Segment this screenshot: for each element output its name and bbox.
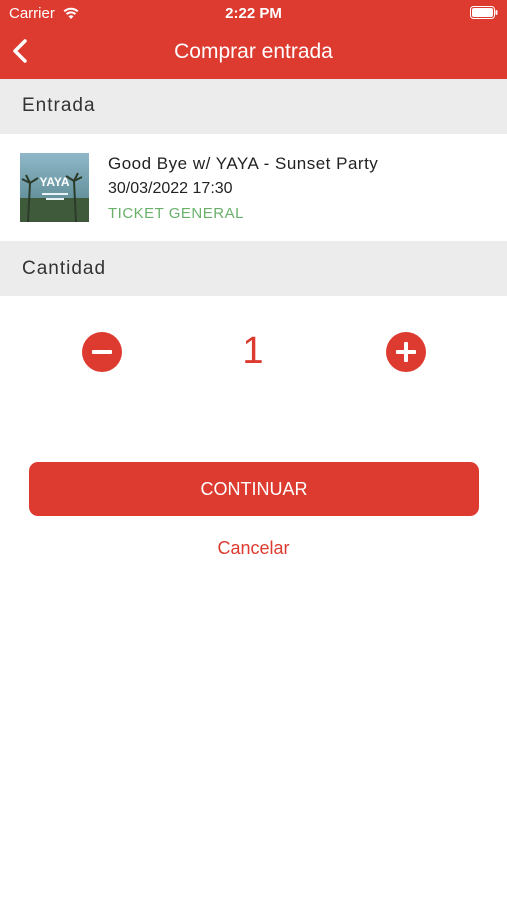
thumbnail-logo-text: YAYA <box>39 175 69 189</box>
status-bar: Carrier 2:22 PM <box>0 0 507 26</box>
ticket-type: TICKET GENERAL <box>108 205 244 222</box>
section-label-cantidad: Cantidad <box>22 258 107 279</box>
battery-icon <box>470 6 498 19</box>
event-datetime: 30/03/2022 17:30 <box>108 180 233 197</box>
plus-icon <box>396 342 416 362</box>
status-time: 2:22 PM <box>225 5 282 22</box>
quantity-value: 1 <box>242 330 264 372</box>
page-title: Comprar entrada <box>174 40 333 63</box>
continue-button[interactable]: CONTINUAR <box>29 462 479 516</box>
decrease-quantity-button[interactable] <box>82 332 122 372</box>
section-header-entrada: Entrada <box>0 79 507 134</box>
header-bar: Carrier 2:22 PM Comprar entrada <box>0 0 507 79</box>
minus-icon <box>92 350 112 354</box>
increase-quantity-button[interactable] <box>386 332 426 372</box>
event-thumbnail: YAYA <box>20 153 89 222</box>
section-label-entrada: Entrada <box>22 95 96 116</box>
cancel-link[interactable]: Cancelar <box>0 538 507 559</box>
section-header-cantidad: Cantidad <box>0 241 507 296</box>
event-title: Good Bye w/ YAYA - Sunset Party <box>108 154 379 173</box>
